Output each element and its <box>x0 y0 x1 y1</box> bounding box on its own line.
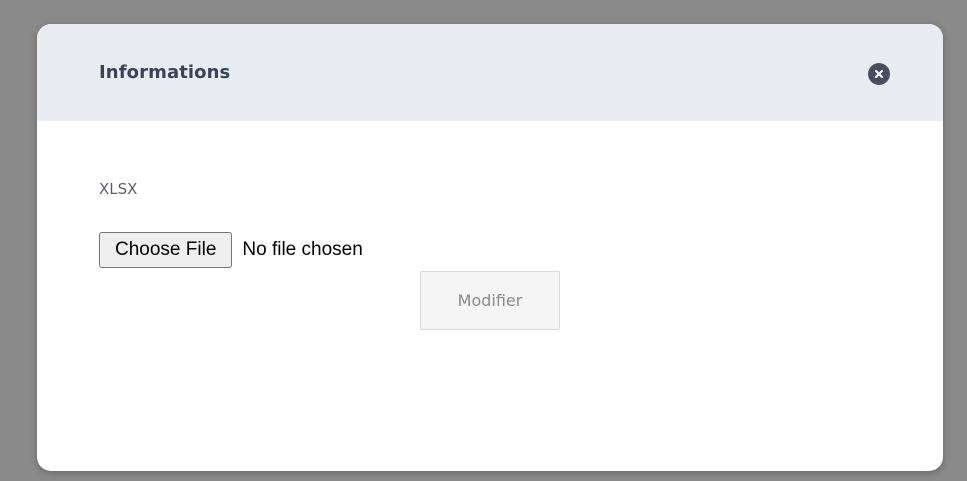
file-input[interactable]: Choose File No file chosen <box>99 231 363 269</box>
informations-modal: Informations XLSX Choose File No file ch… <box>37 24 943 471</box>
close-button[interactable] <box>868 63 890 85</box>
modal-header: Informations <box>37 24 943 121</box>
file-status-text: No file chosen <box>242 239 363 260</box>
modifier-button[interactable]: Modifier <box>420 271 560 330</box>
modal-title: Informations <box>99 62 231 83</box>
close-icon <box>875 70 883 78</box>
xlsx-field-label: XLSX <box>99 180 138 198</box>
choose-file-button[interactable]: Choose File <box>99 232 233 268</box>
